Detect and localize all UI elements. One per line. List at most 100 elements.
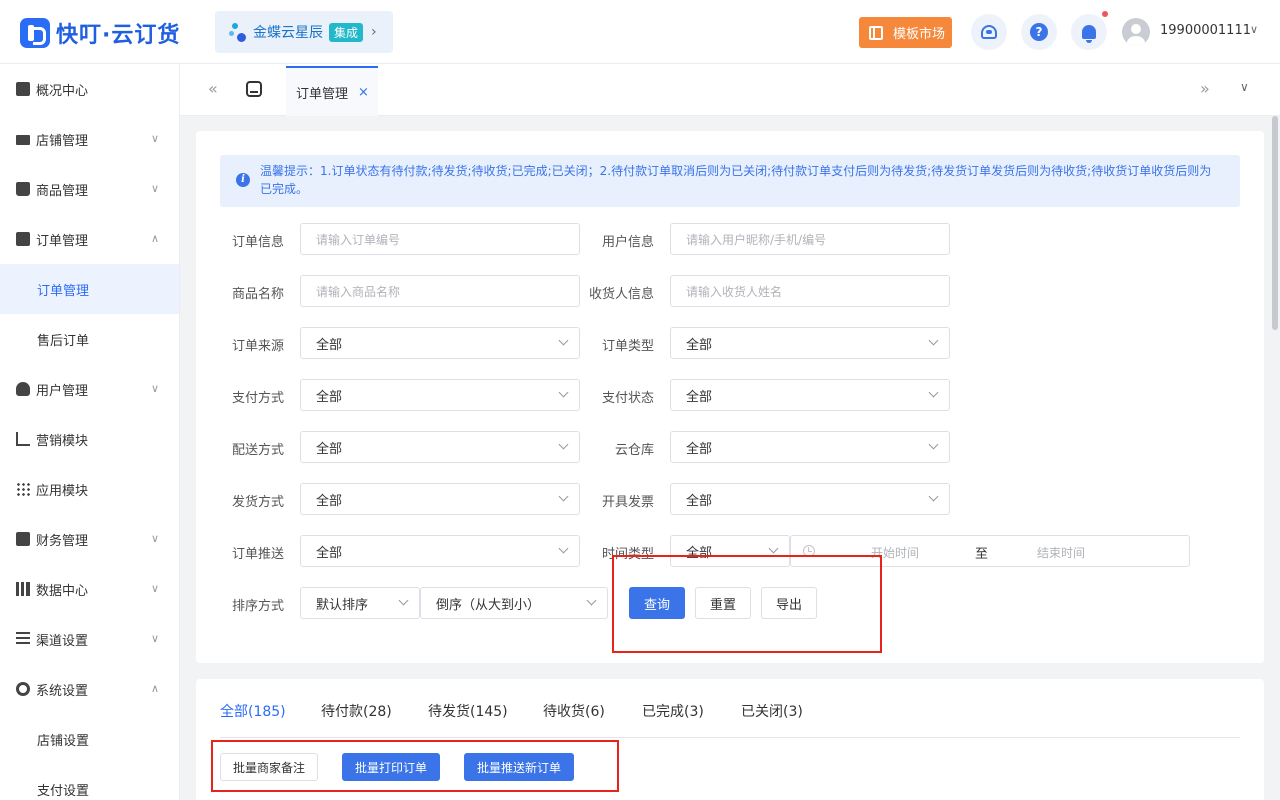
sidebar-item-label: 订单管理 [36, 233, 89, 249]
ship-method-select[interactable]: 全部 [300, 483, 580, 515]
tab-status-all[interactable]: 全部(185) [220, 701, 286, 721]
end-time-input[interactable]: 结束时间 [1037, 544, 1085, 561]
chevron-down-icon: ∨ [150, 182, 159, 195]
pay-status-label: 支付状态 [601, 391, 654, 406]
user-icon [16, 382, 30, 396]
grid-icon [16, 482, 30, 496]
tab-order-management[interactable]: 订单管理 × [286, 66, 378, 116]
pay-method-select[interactable]: 全部 [300, 379, 580, 411]
template-icon [869, 25, 883, 40]
invoice-select[interactable]: 全部 [670, 483, 950, 515]
sidebar-item-overview[interactable]: 概况中心 [0, 64, 179, 114]
tab-status-pending-payment[interactable]: 待付款(28) [321, 701, 392, 721]
select-value: 全部 [316, 389, 343, 405]
invoice-label: 开具发票 [601, 495, 654, 510]
close-icon[interactable]: × [358, 85, 369, 100]
info-icon: i [236, 173, 250, 187]
chevron-down-icon: ∨ [150, 532, 159, 545]
customer-service-button[interactable] [971, 14, 1007, 50]
page-scrollbar[interactable] [1272, 116, 1278, 330]
tab-status-pending-shipment[interactable]: 待发货(145) [428, 701, 508, 721]
order-type-select[interactable]: 全部 [670, 327, 950, 359]
gear-icon [16, 682, 30, 696]
help-button[interactable]: ? [1021, 14, 1057, 50]
sidebar-item-marketing[interactable]: 营销模块 [0, 414, 179, 464]
kingdee-logo-icon [229, 22, 249, 42]
logo-text: 快叮·云订货 [56, 23, 181, 48]
notification-button[interactable] [1071, 14, 1107, 50]
sidebar-item-data-center[interactable]: 数据中心 ∨ [0, 564, 179, 614]
tab-divider [220, 737, 1240, 738]
product-name-label: 商品名称 [231, 287, 284, 302]
chevron-down-icon[interactable]: ∨ [1240, 80, 1249, 94]
main-content: i 温馨提示：1.订单状态有待付款;待发货;待收货;已完成;已关闭；2.待付款订… [180, 116, 1270, 800]
bell-icon [1082, 25, 1096, 43]
order-push-select[interactable]: 全部 [300, 535, 580, 567]
sidebar-item-payment-settings[interactable]: 支付设置 [0, 764, 179, 800]
pay-status-select[interactable]: 全部 [670, 379, 950, 411]
sidebar-item-label: 用户管理 [36, 383, 89, 399]
chevron-down-icon [586, 595, 597, 606]
user-info-input[interactable]: 请输入用户昵称/手机/编号 [670, 223, 950, 255]
order-list-panel: 全部(185) 待付款(28) 待发货(145) 待收货(6) 已完成(3) 已… [196, 679, 1264, 800]
sidebar-item-order-management[interactable]: 订单管理 [0, 264, 179, 314]
sidebar-item-products[interactable]: 商品管理 ∨ [0, 164, 179, 214]
user-info-label: 用户信息 [601, 235, 654, 250]
sidebar-item-finance[interactable]: 财务管理 ∨ [0, 514, 179, 564]
list-icon [16, 632, 30, 646]
sort-field-select[interactable]: 默认排序 [300, 587, 420, 619]
product-name-input[interactable]: 请输入商品名称 [300, 275, 580, 307]
cloud-warehouse-label: 云仓库 [614, 443, 654, 458]
chevron-right-icon: › [371, 24, 377, 40]
scroll-left-icon[interactable]: « [208, 79, 218, 98]
select-value: 默认排序 [316, 597, 369, 613]
highlight-box [211, 740, 619, 792]
sidebar-item-shop[interactable]: 店铺管理 ∨ [0, 114, 179, 164]
delivery-method-select[interactable]: 全部 [300, 431, 580, 463]
order-source-select[interactable]: 全部 [300, 327, 580, 359]
tab-status-closed[interactable]: 已关闭(3) [741, 701, 803, 721]
tab-status-pending-receipt[interactable]: 待收货(6) [543, 701, 605, 721]
sidebar-item-orders[interactable]: 订单管理 ∧ [0, 214, 179, 264]
sidebar-item-label: 财务管理 [36, 533, 89, 549]
sidebar-item-apps[interactable]: 应用模块 [0, 464, 179, 514]
sidebar-item-label: 店铺设置 [37, 733, 90, 749]
app-logo[interactable]: 快叮·云订货 [20, 17, 180, 49]
order-info-label: 订单信息 [231, 235, 284, 250]
sidebar-item-channels[interactable]: 渠道设置 ∨ [0, 614, 179, 664]
sort-label: 排序方式 [231, 599, 284, 614]
integration-badge: 集成 [329, 22, 364, 42]
headset-icon [981, 25, 997, 39]
bag-icon [16, 182, 30, 196]
lock-icon [16, 82, 30, 96]
order-info-input[interactable]: 请输入订单编号 [300, 223, 580, 255]
receiver-info-input[interactable]: 请输入收货人姓名 [670, 275, 950, 307]
notice-text: 温馨提示：1.订单状态有待付款;待发货;待收货;已完成;已关闭；2.待付款订单取… [260, 164, 1212, 196]
chevron-down-icon [928, 387, 939, 398]
chevron-up-icon: ∧ [150, 682, 159, 695]
select-value: 全部 [316, 337, 343, 353]
notice-banner: i 温馨提示：1.订单状态有待付款;待发货;待收货;已完成;已关闭；2.待付款订… [220, 155, 1240, 207]
chevron-down-icon [398, 595, 409, 606]
user-phone[interactable]: 19900001111 [1160, 23, 1251, 38]
date-range-separator: 至 [975, 547, 989, 562]
sidebar-item-after-sales[interactable]: 售后订单 [0, 314, 179, 364]
home-icon[interactable] [246, 81, 262, 97]
sidebar-item-shop-settings[interactable]: 店铺设置 [0, 714, 179, 764]
template-market-button[interactable]: 模板市场 [859, 17, 952, 48]
sidebar-item-users[interactable]: 用户管理 ∨ [0, 364, 179, 414]
cloud-warehouse-select[interactable]: 全部 [670, 431, 950, 463]
logo-icon [20, 18, 50, 48]
receiver-info-label: 收货人信息 [588, 287, 654, 302]
sidebar: 概况中心 店铺管理 ∨ 商品管理 ∨ 订单管理 ∧ 订单管理 售后订单 用户管理… [0, 64, 180, 800]
scroll-right-icon[interactable]: » [1200, 79, 1210, 98]
chevron-down-icon[interactable]: ∨ [1250, 23, 1258, 36]
brand-switcher[interactable]: 金蝶云星辰 集成 › [215, 11, 393, 53]
sidebar-item-system-settings[interactable]: 系统设置 ∧ [0, 664, 179, 714]
select-value: 全部 [686, 389, 713, 405]
bar-chart-icon [16, 582, 30, 596]
avatar[interactable] [1122, 18, 1150, 46]
tab-status-completed[interactable]: 已完成(3) [642, 701, 704, 721]
sidebar-item-label: 商品管理 [36, 183, 89, 199]
sort-order-select[interactable]: 倒序（从大到小） [420, 587, 608, 619]
